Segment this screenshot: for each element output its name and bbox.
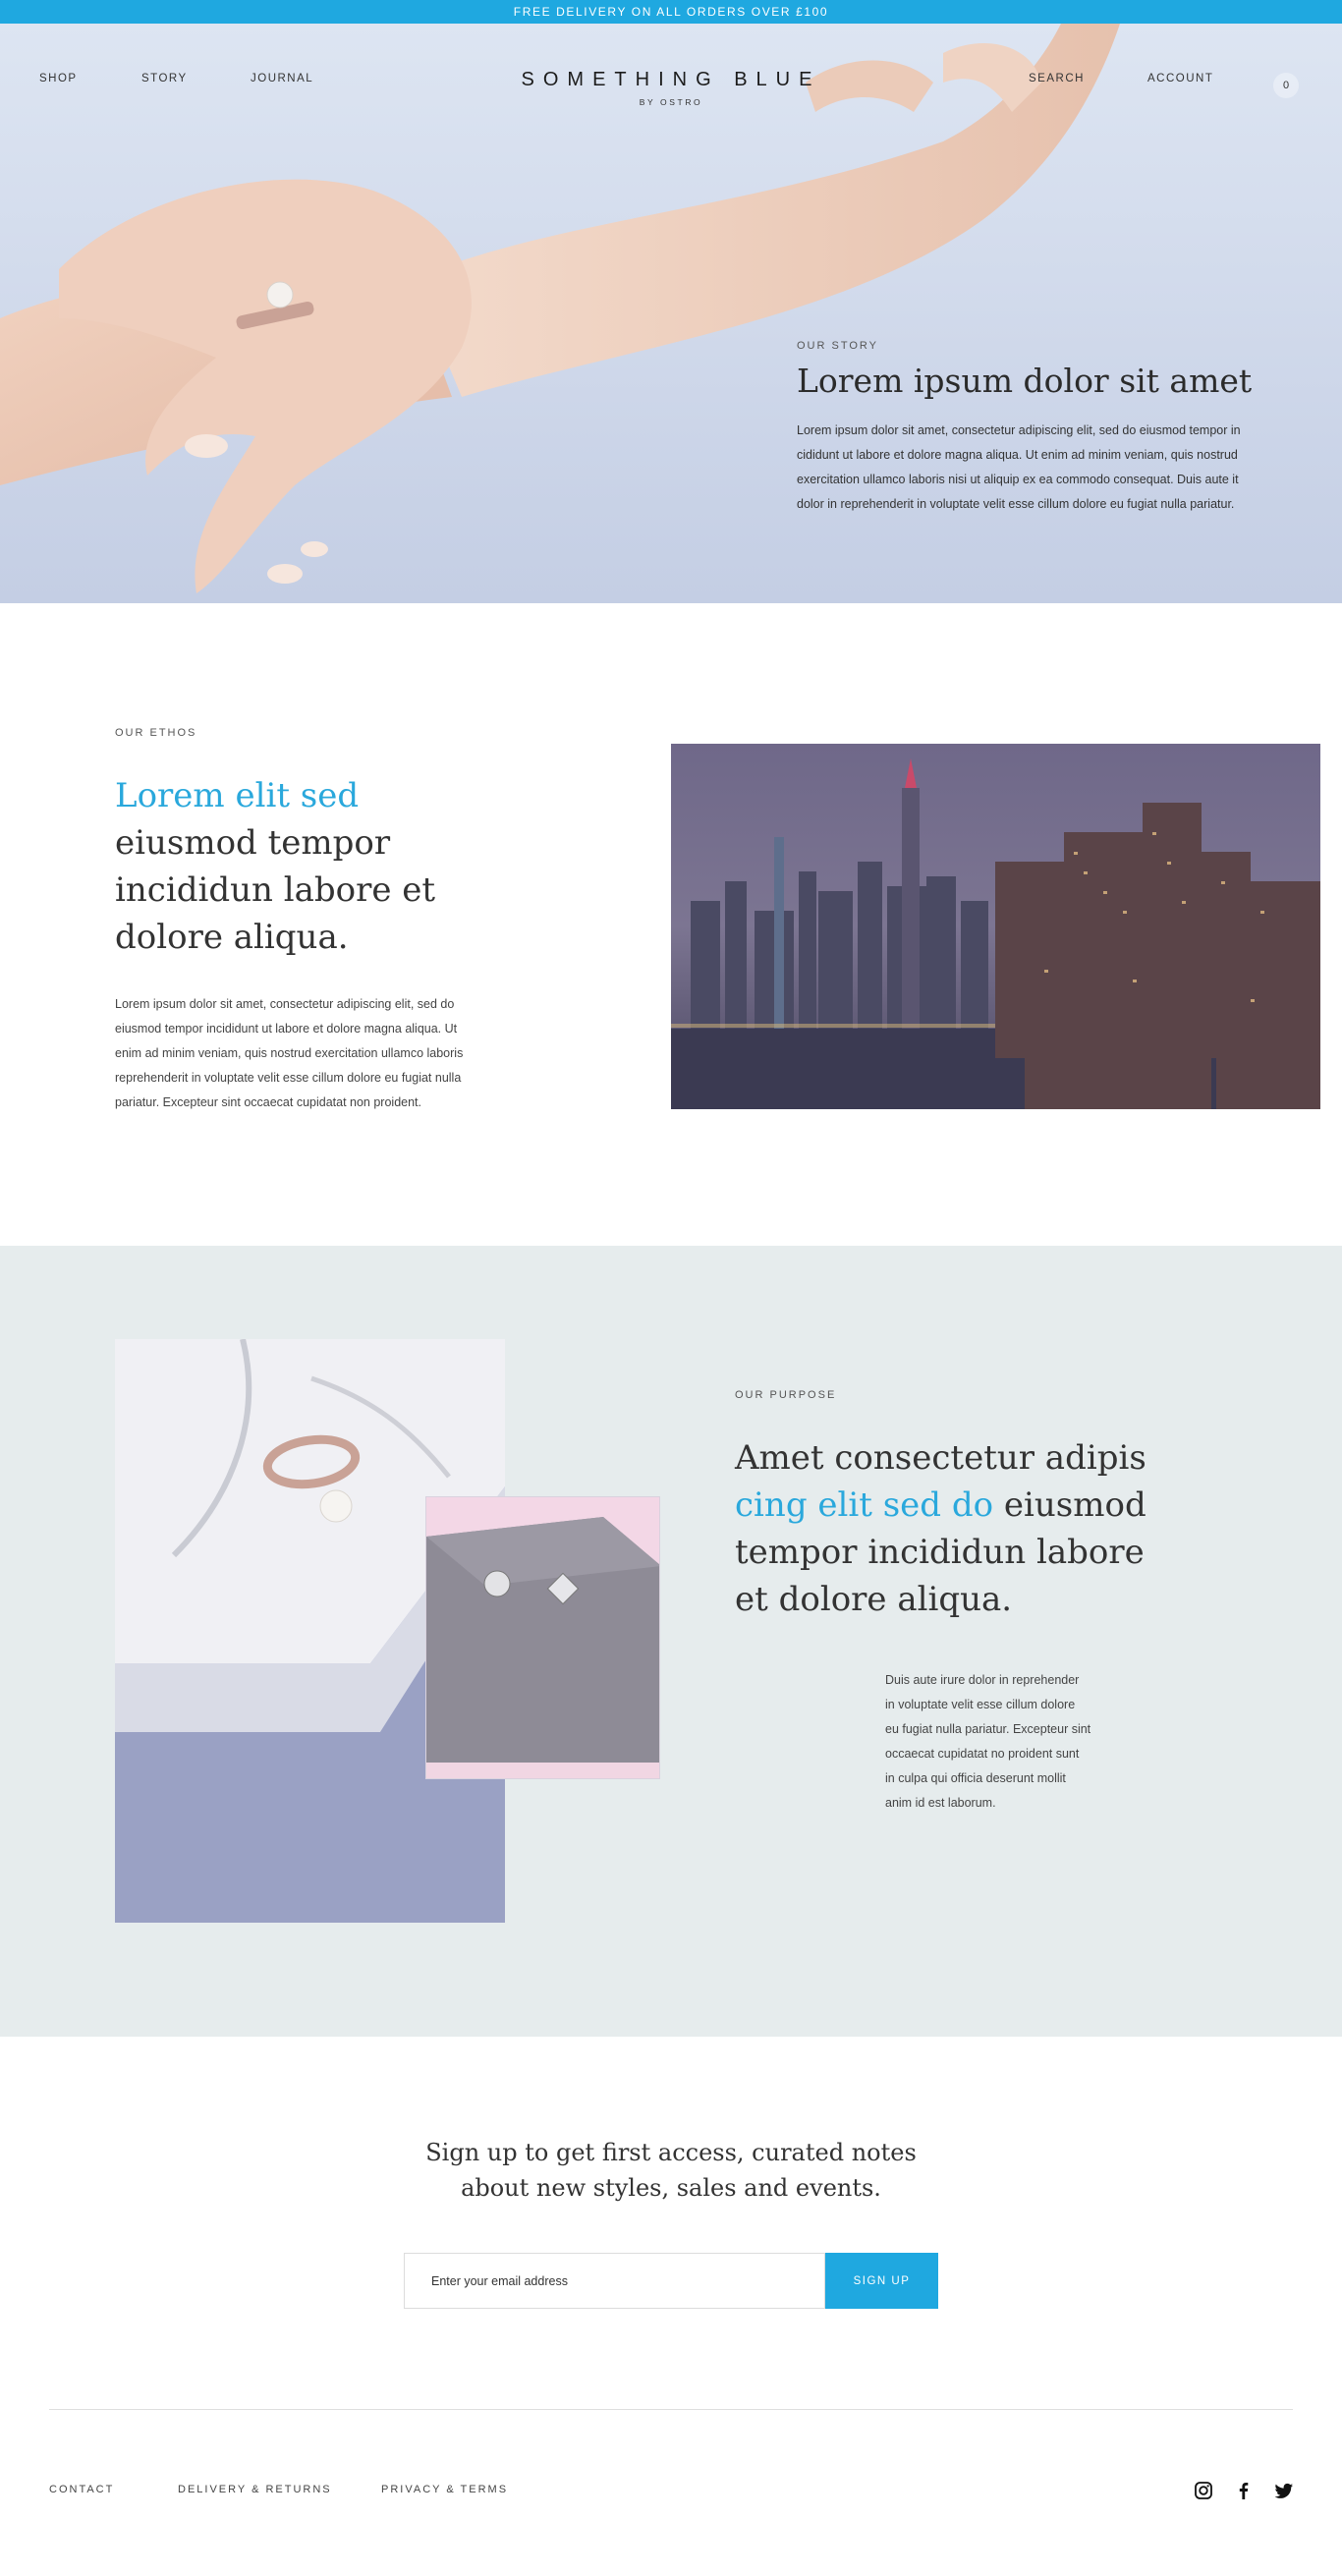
main-nav: SHOP STORY JOURNAL SOMETHING BLUE BY OST…: [0, 49, 1342, 107]
purpose-heading-start: Amet consectetur adipis: [735, 1438, 1146, 1478]
earrings-product-image: [425, 1496, 660, 1779]
purpose-body: Duis aute irure dolor in reprehender in …: [885, 1673, 1091, 1810]
cart-button[interactable]: 0: [1273, 73, 1299, 98]
newsletter-section: Sign up to get first access, curated not…: [0, 2037, 1342, 2449]
cart-count: 0: [1282, 80, 1290, 91]
purpose-heading: Amet consectetur adipis cing elit sed do…: [735, 1434, 1147, 1623]
ethos-eyebrow: OUR ETHOS: [115, 727, 197, 739]
hero-eyebrow: OUR STORY: [797, 340, 878, 352]
brand-title: SOMETHING BLUE: [521, 69, 821, 90]
hero-body: Lorem ipsum dolor sit amet, consectetur …: [797, 422, 1241, 511]
instagram-icon[interactable]: [1194, 2481, 1213, 2500]
newsletter-title-line1: Sign up to get first access, curated not…: [425, 2139, 917, 2166]
footer-privacy-link[interactable]: PRIVACY & TERMS: [381, 2484, 508, 2495]
ethos-heading: Lorem elit sed eiusmod tempor incididun …: [115, 772, 508, 961]
newsletter-title: Sign up to get first access, curated not…: [0, 2135, 1342, 2206]
sign-up-button[interactable]: SIGN UP: [825, 2253, 938, 2309]
footer-delivery-link[interactable]: DELIVERY & RETURNS: [178, 2484, 332, 2495]
brand-subtitle: BY OSTRO: [639, 97, 703, 107]
newsletter-title-line2: about new styles, sales and events.: [461, 2174, 881, 2202]
hero-title: Lorem ipsum dolor sit amet: [797, 362, 1253, 400]
purpose-eyebrow: OUR PURPOSE: [735, 1389, 837, 1401]
purpose-heading-accent: cing elit sed do: [735, 1485, 994, 1525]
ethos-section: OUR ETHOS Lorem elit sed eiusmod tempor …: [0, 603, 1342, 1246]
hero-section: SHOP STORY JOURNAL SOMETHING BLUE BY OST…: [0, 24, 1342, 603]
footer-divider: [49, 2409, 1293, 2410]
ethos-body: Lorem ipsum dolor sit amet, consectetur …: [115, 997, 464, 1109]
hero-text-block: OUR STORY Lorem ipsum dolor sit amet Lor…: [797, 340, 1258, 517]
ethos-heading-rest: eiusmod tempor incididun labore et dolor…: [115, 823, 436, 957]
footer: CONTACT DELIVERY & RETURNS PRIVACY & TER…: [0, 2449, 1342, 2576]
nav-account[interactable]: ACCOUNT: [1147, 73, 1213, 84]
email-input[interactable]: [404, 2253, 825, 2309]
city-skyline-image: [671, 744, 1320, 1109]
ethos-text-block: OUR ETHOS Lorem elit sed eiusmod tempor …: [115, 727, 508, 1115]
brand-logo[interactable]: SOMETHING BLUE BY OSTRO: [0, 69, 1342, 107]
nav-search[interactable]: SEARCH: [1029, 73, 1085, 84]
footer-contact-link[interactable]: CONTACT: [49, 2484, 114, 2495]
purpose-text-block: OUR PURPOSE Amet consectetur adipis cing…: [735, 1389, 1147, 1623]
announcement-bar: FREE DELIVERY ON ALL ORDERS OVER £100: [0, 0, 1342, 24]
purpose-section: OUR PURPOSE Amet consectetur adipis cing…: [0, 1246, 1342, 2037]
announcement-text: FREE DELIVERY ON ALL ORDERS OVER £100: [513, 5, 829, 19]
twitter-icon[interactable]: [1274, 2481, 1294, 2500]
ethos-heading-accent: Lorem elit sed: [115, 776, 360, 815]
facebook-icon[interactable]: [1234, 2481, 1254, 2500]
